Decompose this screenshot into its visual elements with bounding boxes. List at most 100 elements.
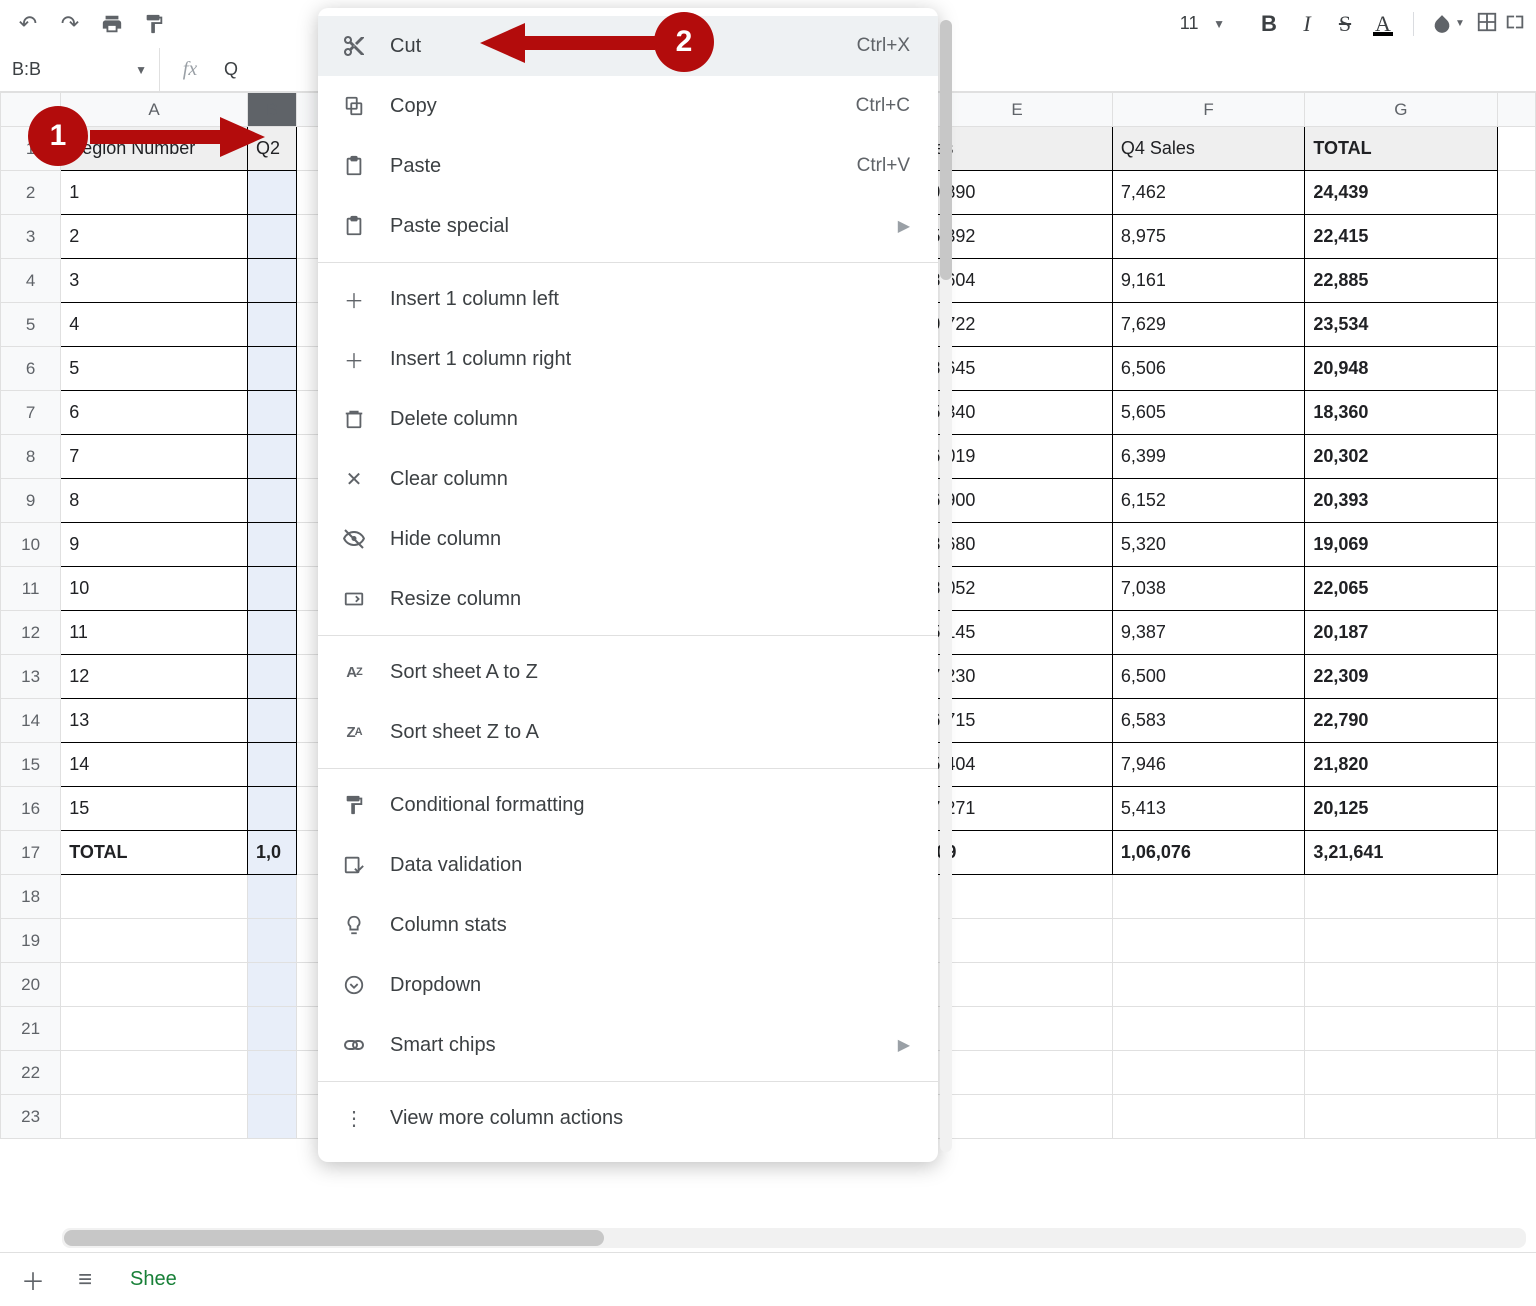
cell[interactable]: 6,500: [1112, 655, 1304, 699]
cell[interactable]: 8,975: [1112, 215, 1304, 259]
row-header[interactable]: 19: [1, 919, 61, 963]
row-header[interactable]: 20: [1, 963, 61, 1007]
ctx-smart-chips[interactable]: Smart chips ▶: [318, 1015, 938, 1075]
add-sheet-button[interactable]: ＋: [16, 1262, 50, 1297]
cell[interactable]: 22,790: [1305, 699, 1497, 743]
row-header[interactable]: 18: [1, 875, 61, 919]
borders-button[interactable]: [1476, 11, 1498, 36]
row-header[interactable]: 13: [1, 655, 61, 699]
row-header[interactable]: 16: [1, 787, 61, 831]
cell[interactable]: 21,820: [1305, 743, 1497, 787]
cell[interactable]: 7,629: [1112, 303, 1304, 347]
cell[interactable]: [61, 1007, 248, 1051]
row-header[interactable]: 7: [1, 391, 61, 435]
cell[interactable]: [247, 655, 296, 699]
cell[interactable]: [247, 1051, 296, 1095]
cell[interactable]: [247, 1095, 296, 1139]
cell[interactable]: 2: [61, 215, 248, 259]
ctx-dropdown[interactable]: Dropdown: [318, 955, 938, 1015]
cell[interactable]: 7,038: [1112, 567, 1304, 611]
ctx-paste[interactable]: Paste Ctrl+V: [318, 136, 938, 196]
cell[interactable]: 20,302: [1305, 435, 1497, 479]
cell[interactable]: 22,309: [1305, 655, 1497, 699]
cell[interactable]: [247, 567, 296, 611]
cell[interactable]: [1305, 919, 1497, 963]
row-header[interactable]: 8: [1, 435, 61, 479]
cell[interactable]: 20,393: [1305, 479, 1497, 523]
ctx-paste-special[interactable]: Paste special ▶: [318, 196, 938, 256]
row-header[interactable]: 21: [1, 1007, 61, 1051]
cell[interactable]: 1: [61, 171, 248, 215]
col-header-g[interactable]: G: [1305, 93, 1497, 127]
cell[interactable]: 3: [61, 259, 248, 303]
cell[interactable]: 13: [61, 699, 248, 743]
ctx-resize-column[interactable]: Resize column: [318, 569, 938, 629]
cell[interactable]: [247, 259, 296, 303]
fill-color-button[interactable]: ▼: [1426, 13, 1470, 35]
merge-button[interactable]: [1504, 11, 1526, 36]
cell[interactable]: [247, 347, 296, 391]
row-header[interactable]: 17: [1, 831, 61, 875]
cell[interactable]: 20,948: [1305, 347, 1497, 391]
cell[interactable]: 7,946: [1112, 743, 1304, 787]
ctx-clear-column[interactable]: ✕ Clear column: [318, 449, 938, 509]
cell[interactable]: 3,21,641: [1305, 831, 1497, 875]
cell[interactable]: 18,360: [1305, 391, 1497, 435]
bold-button[interactable]: B: [1251, 6, 1287, 42]
cell[interactable]: 5: [61, 347, 248, 391]
cell[interactable]: 20,187: [1305, 611, 1497, 655]
cell[interactable]: 24,439: [1305, 171, 1497, 215]
cell[interactable]: 6,152: [1112, 479, 1304, 523]
cell[interactable]: 9,161: [1112, 259, 1304, 303]
cell[interactable]: 1,0: [247, 831, 296, 875]
cell[interactable]: [247, 919, 296, 963]
cell[interactable]: 20,125: [1305, 787, 1497, 831]
cell[interactable]: 23,534: [1305, 303, 1497, 347]
ctx-conditional-formatting[interactable]: Conditional formatting: [318, 775, 938, 835]
ctx-data-validation[interactable]: Data validation: [318, 835, 938, 895]
cell[interactable]: [61, 963, 248, 1007]
ctx-column-stats[interactable]: Column stats: [318, 895, 938, 955]
cell[interactable]: [1112, 919, 1304, 963]
cell[interactable]: 6,506: [1112, 347, 1304, 391]
row-header[interactable]: 10: [1, 523, 61, 567]
cell[interactable]: [247, 479, 296, 523]
row-header[interactable]: 23: [1, 1095, 61, 1139]
cell[interactable]: 22,885: [1305, 259, 1497, 303]
cell[interactable]: [247, 215, 296, 259]
cell[interactable]: [1112, 1095, 1304, 1139]
cell[interactable]: [61, 1051, 248, 1095]
cell[interactable]: [1305, 963, 1497, 1007]
col-header-f[interactable]: F: [1112, 93, 1304, 127]
cell[interactable]: [247, 611, 296, 655]
row-header[interactable]: 11: [1, 567, 61, 611]
cell[interactable]: [247, 743, 296, 787]
cell[interactable]: 5,320: [1112, 523, 1304, 567]
sheet-tab[interactable]: Shee: [120, 1268, 187, 1291]
cell[interactable]: 11: [61, 611, 248, 655]
row-header[interactable]: 4: [1, 259, 61, 303]
row-header[interactable]: 3: [1, 215, 61, 259]
cell[interactable]: 6,583: [1112, 699, 1304, 743]
cell[interactable]: [61, 919, 248, 963]
cell[interactable]: [247, 963, 296, 1007]
print-button[interactable]: [94, 6, 130, 42]
font-size-select[interactable]: 11 ▼: [1163, 8, 1231, 40]
cell[interactable]: 5,413: [1112, 787, 1304, 831]
cell[interactable]: [247, 699, 296, 743]
cell[interactable]: 10: [61, 567, 248, 611]
cell[interactable]: [247, 303, 296, 347]
cell[interactable]: 7: [61, 435, 248, 479]
row-header[interactable]: 14: [1, 699, 61, 743]
cell[interactable]: 1,06,076: [1112, 831, 1304, 875]
text-color-button[interactable]: A: [1365, 6, 1401, 42]
ctx-sort-za[interactable]: ZA Sort sheet Z to A: [318, 702, 938, 762]
ctx-copy[interactable]: Copy Ctrl+C: [318, 76, 938, 136]
cell[interactable]: 22,415: [1305, 215, 1497, 259]
cell[interactable]: [247, 435, 296, 479]
cell[interactable]: [247, 1007, 296, 1051]
row-header[interactable]: 2: [1, 171, 61, 215]
cell[interactable]: [1112, 1007, 1304, 1051]
cell[interactable]: TOTAL: [1305, 127, 1497, 171]
cell[interactable]: [1305, 1007, 1497, 1051]
